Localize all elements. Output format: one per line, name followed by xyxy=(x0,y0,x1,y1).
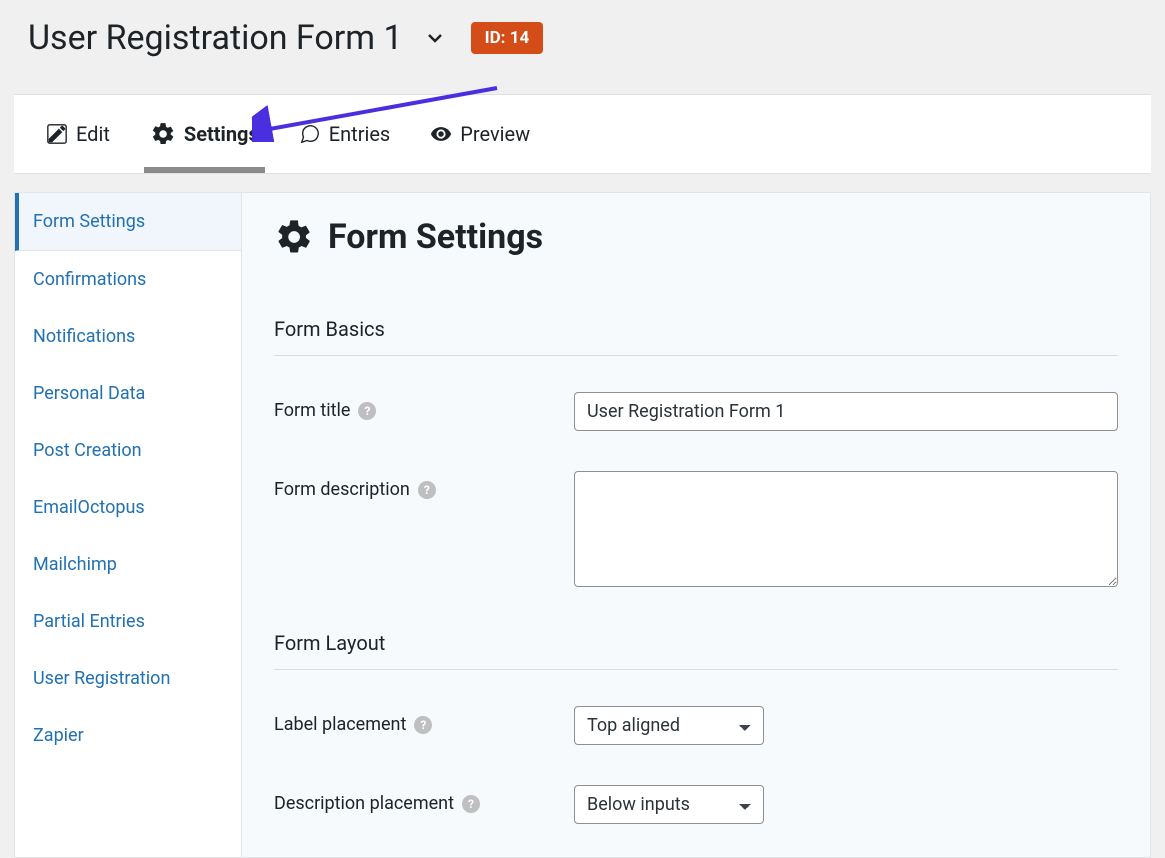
label-placement-label: Label placement xyxy=(274,714,406,735)
tab-label: Edit xyxy=(76,122,110,146)
form-description-textarea[interactable] xyxy=(574,471,1118,587)
tab-label: Entries xyxy=(329,122,391,146)
help-icon[interactable]: ? xyxy=(358,402,376,420)
form-switcher-chevron[interactable] xyxy=(423,26,447,50)
page-header: User Registration Form 1 ID: 14 xyxy=(0,0,1165,94)
page-title: User Registration Form 1 xyxy=(28,18,403,58)
tab-entries[interactable]: Entries xyxy=(295,95,395,173)
help-icon[interactable]: ? xyxy=(418,481,436,499)
sidebar-item-personal-data[interactable]: Personal Data xyxy=(15,365,241,422)
sidebar-item-partial-entries[interactable]: Partial Entries xyxy=(15,593,241,650)
field-description-placement: Description placement ? Below inputs xyxy=(274,785,1118,824)
sidebar-item-confirmations[interactable]: Confirmations xyxy=(15,251,241,308)
edit-icon xyxy=(46,123,68,145)
field-label-placement: Label placement ? Top aligned xyxy=(274,706,1118,745)
form-title-label: Form title xyxy=(274,400,350,421)
content-layout: Form Settings Confirmations Notification… xyxy=(14,192,1151,858)
chevron-down-icon xyxy=(423,26,447,50)
sidebar-item-zapier[interactable]: Zapier xyxy=(15,707,241,764)
main-panel: Form Settings Form Basics Form title ? F… xyxy=(242,192,1151,858)
help-icon[interactable]: ? xyxy=(414,716,432,734)
tab-edit[interactable]: Edit xyxy=(42,95,114,173)
gears-icon xyxy=(274,217,314,257)
form-title-input[interactable] xyxy=(574,392,1118,431)
field-form-description: Form description ? xyxy=(274,471,1118,591)
tab-label: Preview xyxy=(460,122,530,146)
section-heading-layout: Form Layout xyxy=(274,631,1118,670)
sidebar-item-user-registration[interactable]: User Registration xyxy=(15,650,241,707)
tabs-bar: Edit Settings Entries Preview xyxy=(14,94,1151,174)
sidebar-item-form-settings[interactable]: Form Settings xyxy=(15,193,241,251)
form-description-label: Form description xyxy=(274,479,410,500)
tab-preview[interactable]: Preview xyxy=(426,95,534,173)
sidebar-item-emailoctopus[interactable]: EmailOctopus xyxy=(15,479,241,536)
sidebar-item-notifications[interactable]: Notifications xyxy=(15,308,241,365)
tab-label: Settings xyxy=(184,122,259,146)
main-title-text: Form Settings xyxy=(328,217,543,257)
help-icon[interactable]: ? xyxy=(462,795,480,813)
form-id-badge: ID: 14 xyxy=(471,22,544,54)
label-placement-select[interactable]: Top aligned xyxy=(574,706,764,745)
description-placement-select[interactable]: Below inputs xyxy=(574,785,764,824)
sidebar-item-mailchimp[interactable]: Mailchimp xyxy=(15,536,241,593)
field-form-title: Form title ? xyxy=(274,392,1118,431)
gears-icon xyxy=(150,121,176,147)
section-heading-basics: Form Basics xyxy=(274,317,1118,356)
main-title: Form Settings xyxy=(274,217,1118,257)
tab-settings[interactable]: Settings xyxy=(146,95,263,173)
sidebar-item-post-creation[interactable]: Post Creation xyxy=(15,422,241,479)
eye-icon xyxy=(430,123,452,145)
speech-bubble-icon xyxy=(299,123,321,145)
settings-sidebar: Form Settings Confirmations Notification… xyxy=(14,192,242,858)
description-placement-label: Description placement xyxy=(274,793,454,814)
